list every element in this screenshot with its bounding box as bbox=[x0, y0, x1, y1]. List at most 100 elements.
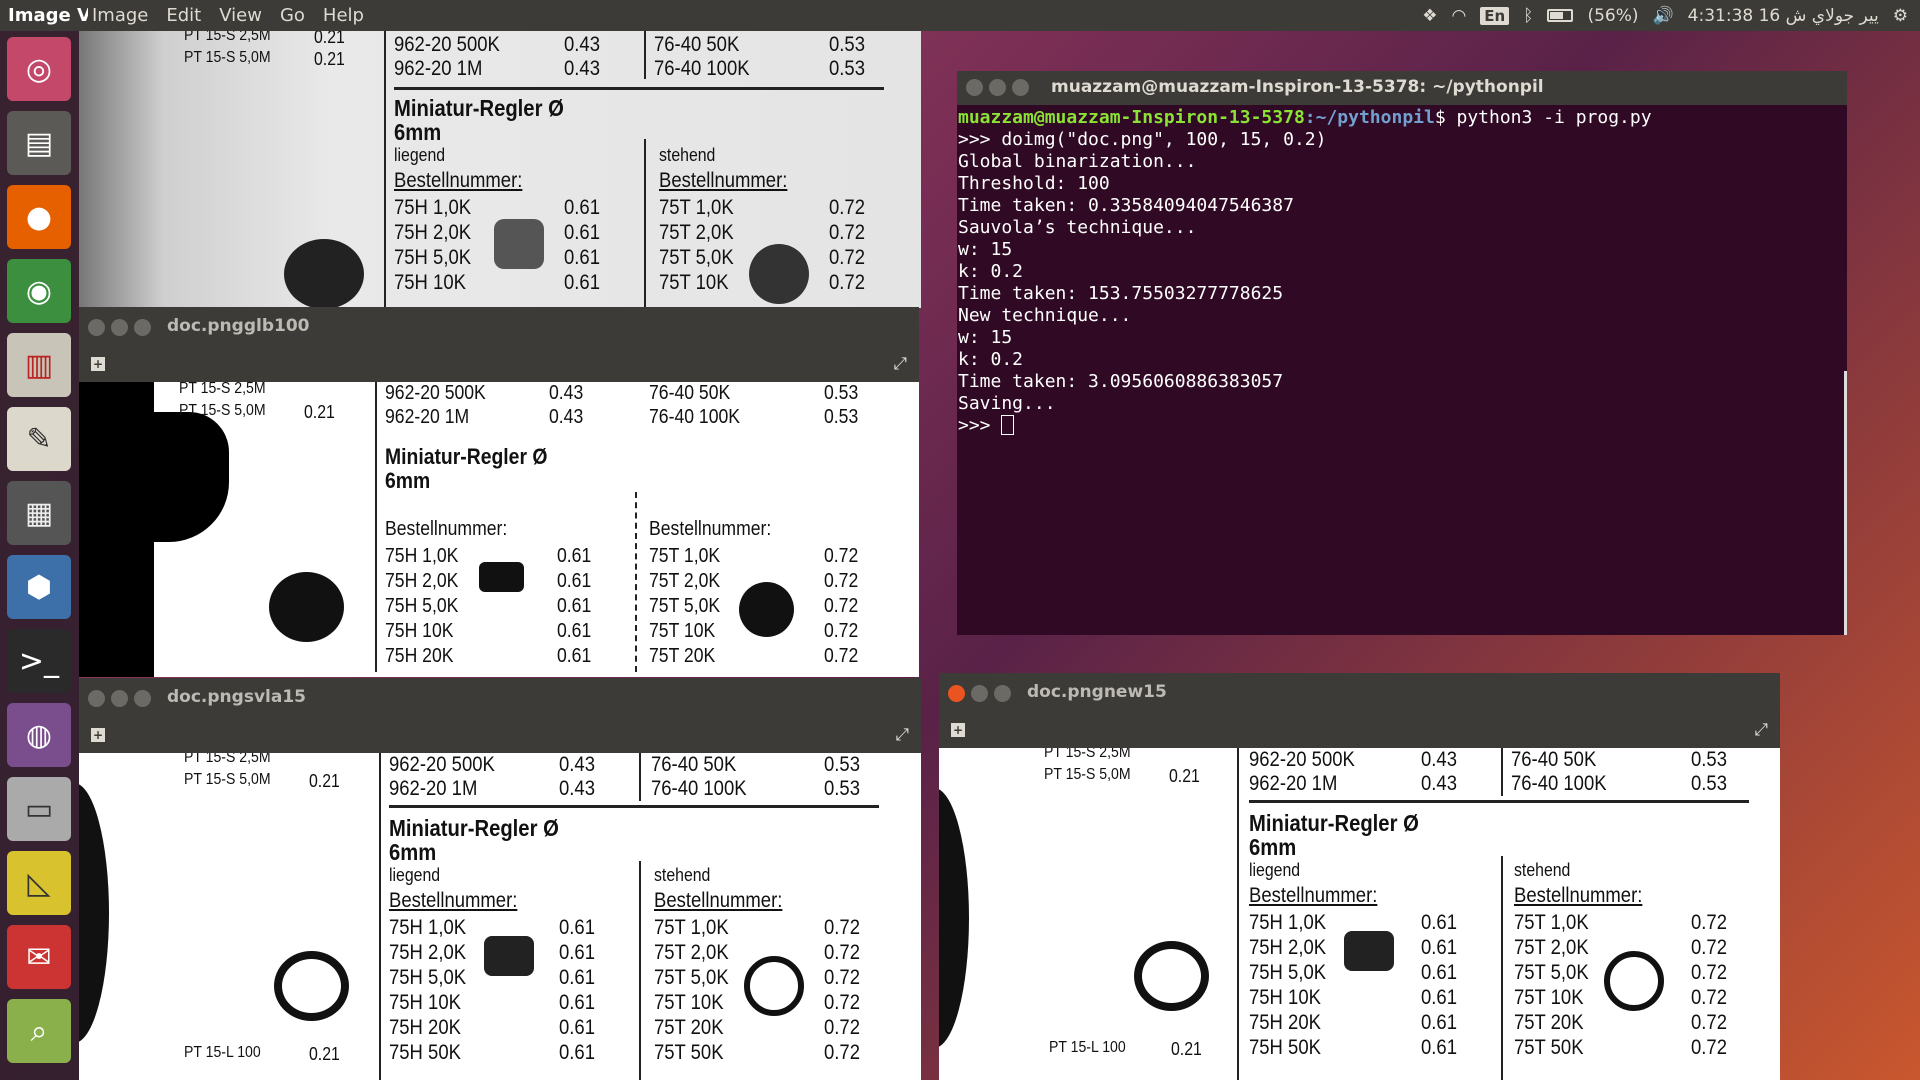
text: 962-20 1M bbox=[385, 406, 470, 428]
text: 0.21 bbox=[314, 31, 345, 47]
text: Bestellnummer: bbox=[394, 169, 523, 192]
gear-icon[interactable]: ⚙ bbox=[1893, 6, 1908, 26]
output-line: k: 0.2 bbox=[958, 349, 1024, 370]
text: 0.53 bbox=[824, 382, 859, 404]
output-line: New technique... bbox=[958, 305, 1132, 326]
maximize-icon[interactable] bbox=[994, 685, 1011, 702]
battery-icon[interactable] bbox=[1547, 9, 1574, 22]
close-icon[interactable] bbox=[966, 79, 983, 96]
add-icon[interactable]: + bbox=[951, 723, 965, 737]
text: 0.72 bbox=[1691, 961, 1727, 984]
text: 75H 10K bbox=[394, 271, 466, 294]
keyboard-layout[interactable]: En bbox=[1480, 6, 1510, 25]
text: 75T 5,0K bbox=[659, 246, 734, 269]
text: Miniatur-Regler Ø bbox=[389, 815, 559, 841]
minimize-icon[interactable] bbox=[989, 79, 1006, 96]
text: 0.61 bbox=[1421, 1036, 1457, 1059]
text: 0.61 bbox=[557, 570, 592, 592]
minimize-icon[interactable] bbox=[111, 319, 128, 336]
text: 75H 1,0K bbox=[394, 196, 472, 219]
top-panel: Image V Image Edit View Go Help ❖ ◠ En ᛒ… bbox=[0, 0, 1920, 31]
text: 76-40 50K bbox=[1511, 748, 1597, 771]
add-icon[interactable]: + bbox=[91, 728, 105, 742]
battery-percent: (56%) bbox=[1587, 5, 1639, 26]
text: 75T 50K bbox=[654, 1041, 724, 1064]
maximize-icon[interactable] bbox=[1012, 79, 1029, 96]
mail-icon[interactable]: ✉ bbox=[7, 925, 71, 989]
image-viewer-icon[interactable]: ⌕ bbox=[7, 999, 71, 1063]
reader-icon[interactable]: ▥ bbox=[7, 333, 71, 397]
text: 0.43 bbox=[549, 382, 584, 404]
text: 75H 1,0K bbox=[389, 916, 467, 939]
bluetooth-icon[interactable]: ᛒ bbox=[1523, 6, 1533, 26]
text: 75T 1,0K bbox=[654, 916, 729, 939]
close-icon[interactable] bbox=[88, 319, 105, 336]
fullscreen-icon[interactable]: ⤢ bbox=[895, 725, 909, 745]
text: 0.61 bbox=[1421, 911, 1457, 934]
text: 75T 1,0K bbox=[649, 545, 721, 567]
prompt-path: :~/pythonpil bbox=[1304, 107, 1435, 128]
text: stehend bbox=[1514, 860, 1571, 880]
text: 6mm bbox=[385, 468, 431, 493]
chrome-icon[interactable]: ◉ bbox=[7, 259, 71, 323]
text: 962-20 500K bbox=[389, 753, 495, 776]
terminal-icon[interactable]: >_ bbox=[7, 629, 71, 693]
text: 0.21 bbox=[314, 49, 345, 69]
close-icon[interactable] bbox=[948, 685, 965, 702]
text: 75T 2,0K bbox=[659, 221, 734, 244]
files-icon[interactable]: ▤ bbox=[7, 111, 71, 175]
text: 0.61 bbox=[1421, 961, 1457, 984]
virtualbox-icon[interactable]: ⬢ bbox=[7, 555, 71, 619]
text: Bestellnummer: bbox=[1249, 884, 1378, 907]
maximize-icon[interactable] bbox=[134, 319, 151, 336]
text: PT 15-S 2,5M bbox=[184, 753, 271, 766]
text: PT 15-S 2,5M bbox=[179, 382, 266, 397]
firefox-icon[interactable]: ● bbox=[7, 185, 71, 249]
webcam-icon[interactable]: ◍ bbox=[7, 703, 71, 767]
volume-icon[interactable]: 🔊 bbox=[1653, 6, 1674, 26]
text: 75H 1,0K bbox=[1249, 911, 1327, 934]
terminal-output[interactable]: muazzam@muazzam-Inspiron-13-5378:~/pytho… bbox=[958, 107, 1652, 437]
close-icon[interactable] bbox=[88, 690, 105, 707]
text: 75H 2,0K bbox=[1249, 936, 1327, 959]
dropbox-icon[interactable]: ❖ bbox=[1422, 6, 1437, 26]
text: 0.61 bbox=[559, 1041, 595, 1064]
maximize-icon[interactable] bbox=[134, 690, 151, 707]
text: 0.72 bbox=[1691, 1011, 1727, 1034]
menu-help[interactable]: Help bbox=[323, 5, 364, 26]
wifi-icon[interactable]: ◠ bbox=[1451, 6, 1466, 26]
text: 75T 2,0K bbox=[649, 570, 721, 592]
disk-icon[interactable]: ▭ bbox=[7, 777, 71, 841]
scrollbar[interactable] bbox=[1844, 371, 1847, 635]
calculator-icon[interactable]: ▦ bbox=[7, 481, 71, 545]
clock[interactable]: 4:31:38 16 يير جولاي ش bbox=[1688, 6, 1879, 26]
fullscreen-icon[interactable]: ⤢ bbox=[893, 354, 907, 374]
app-name: Image V bbox=[8, 5, 88, 26]
window-title: muazzam@muazzam-Inspiron-13-5378: ~/pyth… bbox=[1051, 77, 1544, 97]
output-line: w: 15 bbox=[958, 239, 1013, 260]
text: 0.61 bbox=[1421, 1011, 1457, 1034]
fullscreen-icon[interactable]: ⤢ bbox=[1754, 720, 1768, 740]
menu-view[interactable]: View bbox=[219, 5, 262, 26]
text: 0.53 bbox=[829, 33, 865, 56]
minimize-icon[interactable] bbox=[971, 685, 988, 702]
add-icon[interactable]: + bbox=[91, 357, 105, 371]
ruler-icon[interactable]: ◺ bbox=[7, 851, 71, 915]
ubuntu-icon[interactable]: ◎ bbox=[7, 37, 71, 101]
image-canvas: PT 15-S 2,5M PT 15-S 5,0M 0.21 962-20 50… bbox=[79, 753, 921, 1080]
terminal-window[interactable]: muazzam@muazzam-Inspiron-13-5378: ~/pyth… bbox=[957, 71, 1847, 635]
text: 0.72 bbox=[1691, 1036, 1727, 1059]
text: 75T 1,0K bbox=[659, 196, 734, 219]
menu-edit[interactable]: Edit bbox=[166, 5, 201, 26]
window-title: doc.pngglb100 bbox=[167, 316, 310, 336]
title-bar: doc.pngglb100 bbox=[79, 307, 919, 347]
title-bar: muazzam@muazzam-Inspiron-13-5378: ~/pyth… bbox=[957, 71, 1847, 105]
minimize-icon[interactable] bbox=[111, 690, 128, 707]
menu-go[interactable]: Go bbox=[280, 5, 305, 26]
menu-image[interactable]: Image bbox=[92, 5, 148, 26]
text-editor-icon[interactable]: ✎ bbox=[7, 407, 71, 471]
text: 75H 10K bbox=[1249, 986, 1321, 1009]
text: 75T 20K bbox=[649, 645, 716, 667]
text: 0.53 bbox=[829, 57, 865, 80]
text: 6mm bbox=[394, 119, 442, 145]
